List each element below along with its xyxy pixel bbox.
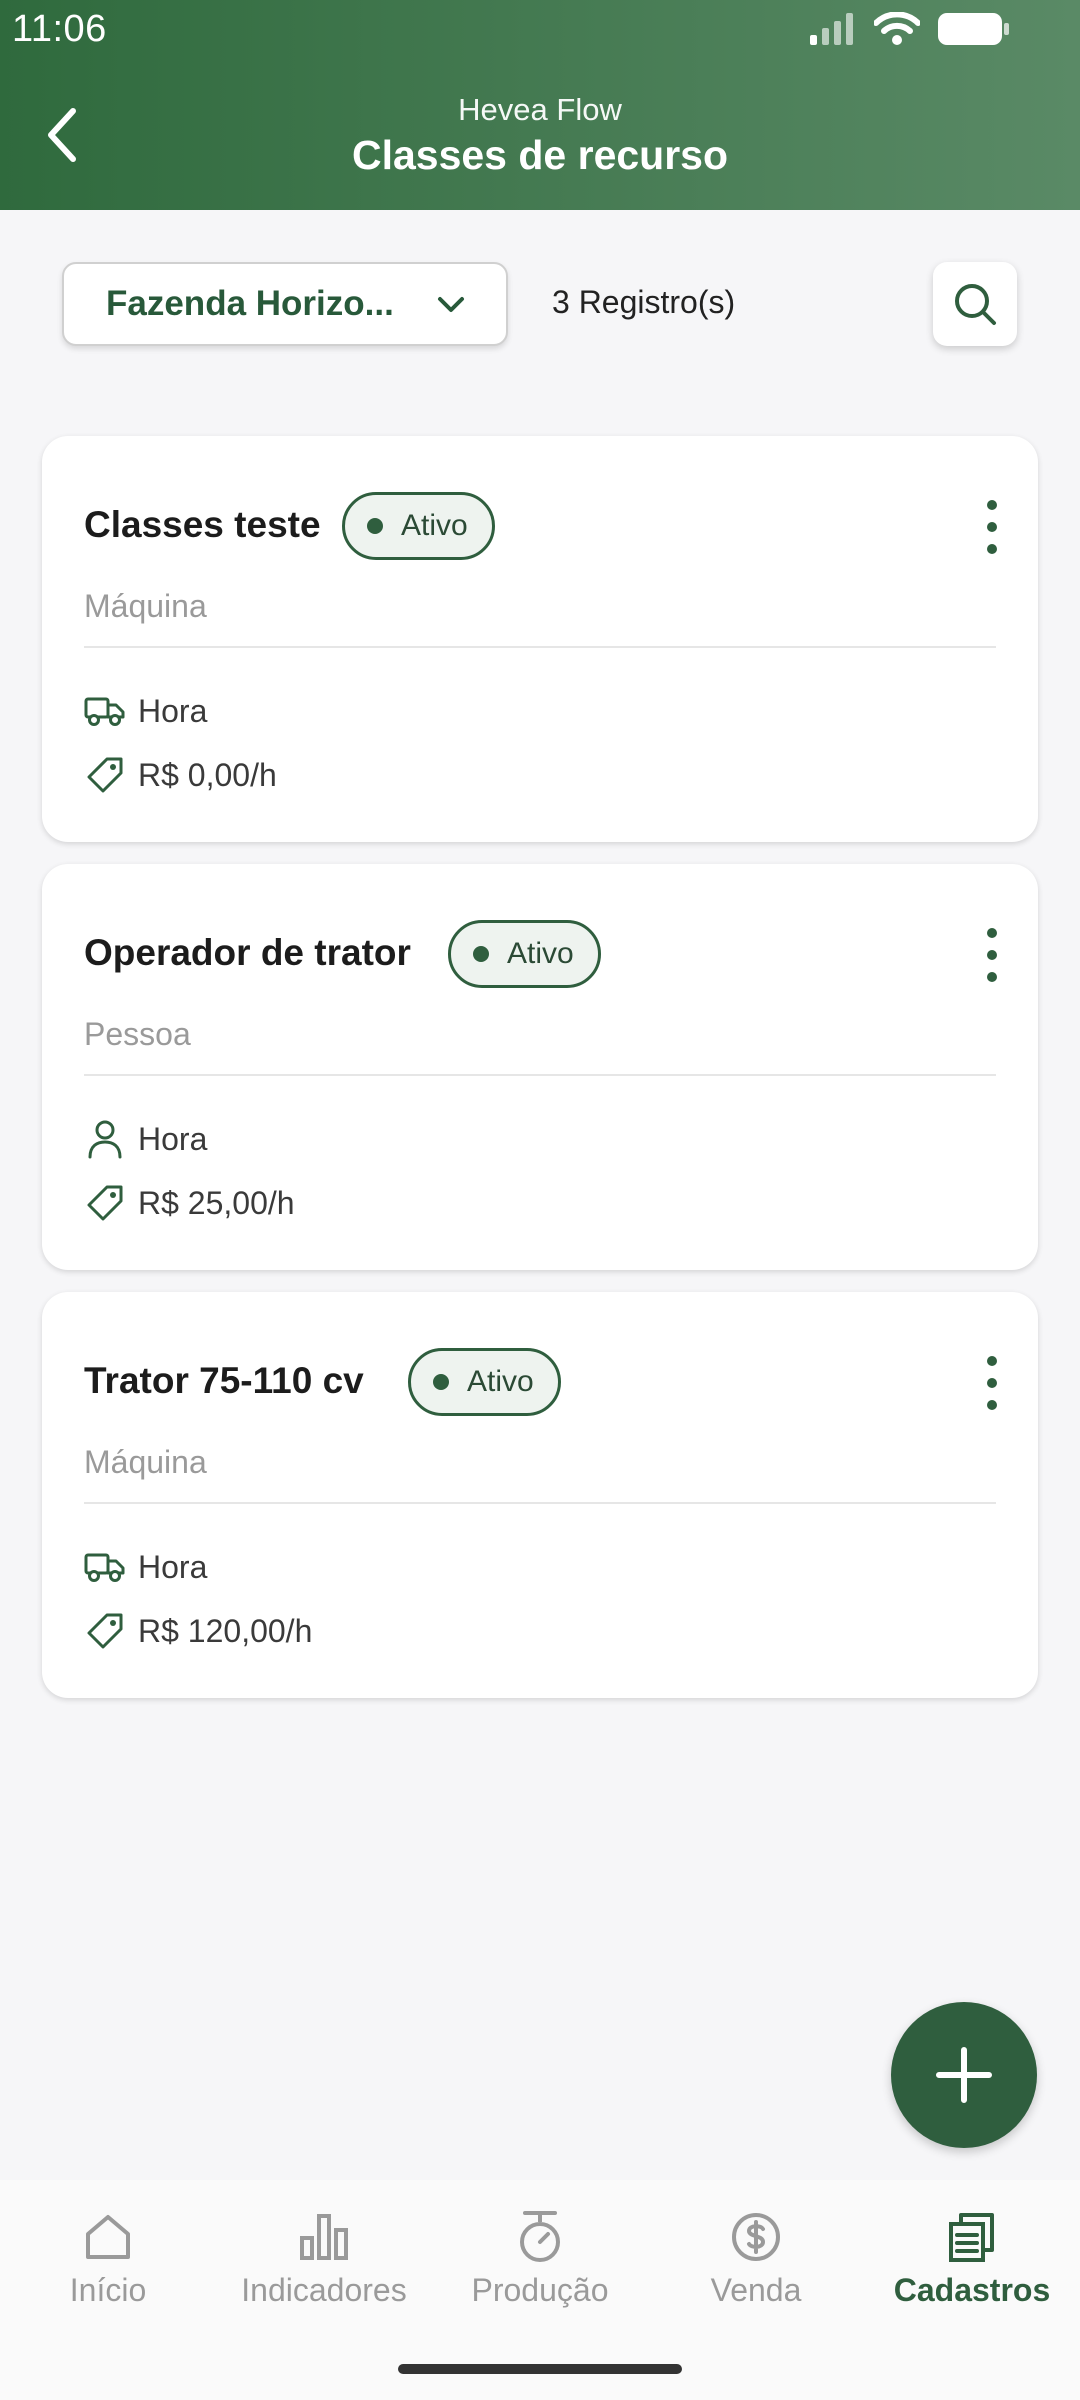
nav-item-cadastros[interactable]: Cadastros <box>864 2210 1080 2309</box>
truck-icon <box>84 690 126 732</box>
status-dot <box>433 1374 449 1390</box>
home-indicator <box>398 2364 682 2374</box>
search-button[interactable] <box>933 262 1017 346</box>
farm-dropdown[interactable]: Fazenda Horizo... <box>62 262 508 346</box>
unit-label: Hora <box>138 1120 208 1157</box>
resource-class-card[interactable]: Classes teste Ativo Máquina Hora R$ 0,00… <box>42 436 1038 842</box>
person-icon <box>84 1118 126 1160</box>
price-row: R$ 25,00/h <box>84 1182 295 1224</box>
chevron-down-icon <box>438 297 464 312</box>
more-options-button[interactable] <box>980 1356 1004 1410</box>
unit-row: Hora <box>84 1118 207 1160</box>
page-title: Classes de recurso <box>351 132 729 178</box>
card-title: Trator 75-110 cv <box>84 1360 364 1401</box>
status-icons <box>810 12 1010 46</box>
card-type: Pessoa <box>84 1016 191 1052</box>
search-icon <box>955 284 996 325</box>
status-badge: Ativo <box>342 492 495 560</box>
nav-item-indicadores[interactable]: Indicadores <box>216 2210 432 2309</box>
unit-row: Hora <box>84 690 207 732</box>
nav-item-inicio[interactable]: Início <box>0 2210 216 2309</box>
home-icon <box>86 2215 130 2259</box>
signal-icon <box>810 13 853 45</box>
nav-label: Início <box>69 2272 147 2308</box>
more-options-button[interactable] <box>980 500 1004 554</box>
nav-label: Indicadores <box>241 2272 407 2308</box>
card-divider <box>84 1502 996 1504</box>
status-badge: Ativo <box>408 1348 561 1416</box>
price-label: R$ 0,00/h <box>138 756 277 793</box>
status-label: Ativo <box>401 509 468 542</box>
app-name: Hevea Flow <box>458 92 622 127</box>
farm-dropdown-value: Fazenda Horizo... <box>106 284 394 323</box>
bar-chart-icon <box>300 2214 348 2260</box>
status-dot <box>473 946 489 962</box>
nav-item-producao[interactable]: Produção <box>432 2210 648 2309</box>
status-time: 11:06 <box>12 8 107 50</box>
card-title: Classes teste <box>84 504 321 545</box>
record-count: 3 Registro(s) <box>552 284 736 320</box>
price-row: R$ 0,00/h <box>84 754 277 796</box>
resource-class-card[interactable]: Operador de trator Ativo Pessoa Hora R$ … <box>42 864 1038 1270</box>
card-divider <box>84 1074 996 1076</box>
resource-class-card[interactable]: Trator 75-110 cv Ativo Máquina Hora R$ 1… <box>42 1292 1038 1698</box>
dollar-icon <box>732 2213 780 2261</box>
unit-label: Hora <box>138 1548 208 1585</box>
price-tag-icon <box>84 1610 126 1652</box>
status-label: Ativo <box>507 937 574 970</box>
scale-icon <box>520 2211 560 2262</box>
nav-label: Produção <box>471 2272 609 2308</box>
card-title: Operador de trator <box>84 932 411 973</box>
status-dot <box>367 518 383 534</box>
filter-toolbar: Fazenda Horizo... 3 Registro(s) <box>0 262 1080 348</box>
add-button[interactable] <box>891 2002 1037 2148</box>
price-label: R$ 120,00/h <box>138 1612 313 1649</box>
status-badge: Ativo <box>448 920 601 988</box>
card-type: Máquina <box>84 588 207 624</box>
truck-icon <box>84 1546 126 1588</box>
unit-label: Hora <box>138 692 208 729</box>
nav-label: Venda <box>710 2272 802 2308</box>
card-divider <box>84 646 996 648</box>
nav-item-venda[interactable]: Venda <box>648 2210 864 2309</box>
price-label: R$ 25,00/h <box>138 1184 295 1221</box>
wifi-icon <box>874 12 920 45</box>
price-tag-icon <box>84 1182 126 1224</box>
card-type: Máquina <box>84 1444 207 1480</box>
app-header: 11:06 Hevea Flow Classes de recurso <box>0 0 1080 210</box>
status-label: Ativo <box>467 1365 534 1398</box>
price-row: R$ 120,00/h <box>84 1610 312 1652</box>
nav-label: Cadastros <box>893 2272 1051 2308</box>
battery-icon <box>938 13 1009 45</box>
unit-row: Hora <box>84 1546 207 1588</box>
register-icon <box>949 2213 994 2262</box>
price-tag-icon <box>84 754 126 796</box>
more-options-button[interactable] <box>980 928 1004 982</box>
plus-icon <box>936 2047 992 2103</box>
